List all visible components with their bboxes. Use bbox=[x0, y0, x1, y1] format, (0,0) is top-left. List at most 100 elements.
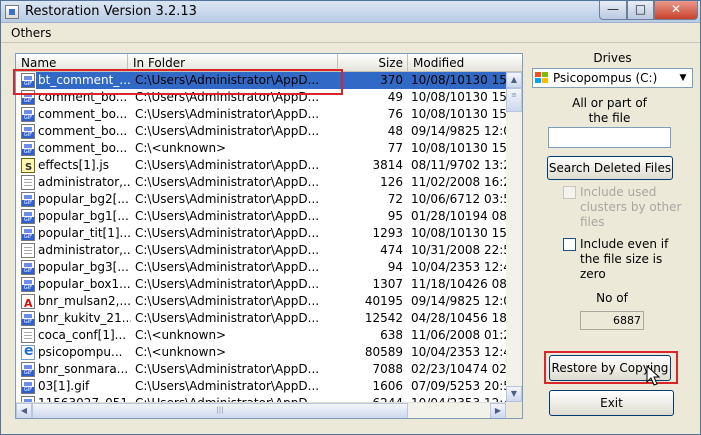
search-label-line2: the file bbox=[588, 111, 631, 125]
menu-bar: Others bbox=[1, 23, 700, 43]
table-row[interactable]: popular_box1... C:\Users\Administrator\Ap… bbox=[16, 276, 506, 293]
column-header-name[interactable]: Name bbox=[16, 54, 128, 72]
gif-file-icon bbox=[20, 225, 36, 242]
table-row[interactable]: comment_bo... C:\Users\Administrator\AppD… bbox=[16, 123, 506, 140]
table-row[interactable]: administrator,... C:\Users\Administrator\… bbox=[16, 242, 506, 259]
close-button[interactable]: ✕ bbox=[654, 1, 698, 20]
vertical-scrollbar[interactable]: ▲ ≡ ▼ bbox=[506, 72, 522, 402]
row-name: popular_tit[1]... bbox=[38, 226, 131, 240]
table-row[interactable]: bnr_mulsan2,... C:\Users\Administrator\Ap… bbox=[16, 293, 506, 310]
row-name: effects[1].js bbox=[38, 158, 109, 172]
row-folder: C:\Users\Administrator\AppD... bbox=[135, 277, 320, 291]
gif-file-icon bbox=[20, 89, 36, 106]
js-file-icon bbox=[20, 157, 36, 174]
row-folder: C:\Users\Administrator\AppD... bbox=[135, 311, 320, 325]
table-row[interactable]: effects[1].js C:\Users\Administrator\AppD… bbox=[16, 157, 506, 174]
include-used-clusters-label: Include used clusters by other files bbox=[580, 185, 682, 229]
table-row[interactable]: bnr_kukitv_21... C:\Users\Administrator\A… bbox=[16, 310, 506, 327]
column-header-modified[interactable]: Modified bbox=[408, 54, 522, 72]
row-folder: C:\<unknown> bbox=[135, 345, 227, 359]
row-folder: C:\Users\Administrator\AppD... bbox=[135, 226, 320, 240]
row-modified: 07/09/5253 20:58 bbox=[411, 379, 506, 393]
row-name: popular_bg2[... bbox=[38, 192, 129, 206]
include-zero-size-option[interactable]: Include even if the file size is zero bbox=[563, 237, 693, 283]
scrollbar-corner bbox=[506, 402, 522, 418]
table-row[interactable]: psicopompu... C:\<unknown> 80589 10/04/2353… bbox=[16, 344, 506, 361]
app-window: Restoration Version 3.2.13 — □ ✕ Others … bbox=[0, 0, 701, 435]
search-deleted-files-button[interactable]: Search Deleted Files bbox=[547, 156, 673, 180]
row-size: 126 bbox=[380, 175, 403, 189]
row-size: 3814 bbox=[372, 158, 403, 172]
row-modified: 02/23/10474 02:0 bbox=[411, 362, 506, 376]
row-name: administrator,... bbox=[38, 175, 131, 189]
table-row[interactable]: bt_comment_... C:\Users\Administrator\App… bbox=[16, 72, 506, 89]
row-folder: C:\Users\Administrator\AppD... bbox=[135, 175, 320, 189]
row-modified: 08/11/9702 13:26 bbox=[411, 158, 506, 172]
horizontal-scroll-thumb[interactable]: ||| bbox=[32, 403, 408, 418]
row-folder: C:\Users\Administrator\AppD... bbox=[135, 379, 320, 393]
row-size: 1293 bbox=[372, 226, 403, 240]
row-size: 77 bbox=[387, 141, 403, 155]
row-modified: 04/28/10456 18:0 bbox=[411, 311, 506, 325]
row-folder: C:\<unknown> bbox=[135, 328, 227, 342]
exit-button[interactable]: Exit bbox=[549, 390, 674, 416]
gif-file-icon bbox=[20, 310, 36, 327]
table-row[interactable]: administrator,... C:\Users\Administrator\… bbox=[16, 174, 506, 191]
drives-dropdown[interactable]: Psicopompus (C:) ▼ bbox=[532, 68, 693, 88]
drives-label: Drives bbox=[593, 51, 632, 65]
row-modified: 10/08/10130 15:0 bbox=[411, 141, 506, 155]
table-row[interactable]: comment_bo... C:\<unknown> 77 10/08/10130 1… bbox=[16, 140, 506, 157]
row-name: bnr_sonmara... bbox=[38, 362, 129, 376]
window-title: Restoration Version 3.2.13 bbox=[25, 4, 197, 19]
horizontal-scrollbar[interactable]: ◀ ||| ▶ bbox=[16, 402, 506, 418]
pdf-file-icon bbox=[20, 293, 36, 310]
row-name: bt_comment_... bbox=[36, 72, 131, 89]
column-header-size[interactable]: Size bbox=[338, 54, 408, 72]
row-modified: 11/06/2008 01:28 bbox=[411, 328, 506, 342]
row-name: popular_bg1[... bbox=[38, 209, 129, 223]
table-row[interactable]: popular_bg3[... C:\Users\Administrator\Ap… bbox=[16, 259, 506, 276]
scroll-right-arrow-icon[interactable]: ▶ bbox=[490, 403, 506, 418]
table-row[interactable]: popular_bg1[... C:\Users\Administrator\Ap… bbox=[16, 208, 506, 225]
minimize-button[interactable]: — bbox=[599, 1, 627, 20]
row-size: 48 bbox=[387, 124, 403, 138]
row-size: 474 bbox=[380, 243, 403, 257]
table-row[interactable]: comment_bo... C:\Users\Administrator\AppD… bbox=[16, 89, 506, 106]
table-row[interactable]: 03[1].gif C:\Users\Administrator\AppD... 1… bbox=[16, 378, 506, 395]
doc-file-icon bbox=[20, 327, 36, 344]
scroll-left-arrow-icon[interactable]: ◀ bbox=[16, 403, 32, 418]
row-size: 1307 bbox=[372, 277, 403, 291]
row-size: 80589 bbox=[364, 345, 403, 359]
include-used-clusters-checkbox[interactable] bbox=[563, 186, 576, 199]
table-row[interactable]: popular_tit[1]... C:\Users\Administrator\… bbox=[16, 225, 506, 242]
table-row[interactable]: coca_conf[1]... C:\<unknown> 638 11/06/2008… bbox=[16, 327, 506, 344]
title-bar[interactable]: Restoration Version 3.2.13 — □ ✕ bbox=[1, 1, 700, 23]
row-folder: C:\Users\Administrator\AppD... bbox=[135, 158, 320, 172]
maximize-button[interactable]: □ bbox=[627, 1, 654, 20]
table-row[interactable]: bnr_sonmara... C:\Users\Administrator\App… bbox=[16, 361, 506, 378]
vertical-scroll-thumb[interactable]: ≡ bbox=[506, 88, 522, 112]
row-modified: 09/14/9825 12:03 bbox=[411, 124, 506, 138]
chevron-down-icon[interactable]: ▼ bbox=[674, 69, 692, 87]
include-zero-size-checkbox[interactable] bbox=[563, 238, 576, 251]
row-size: 638 bbox=[380, 328, 403, 342]
row-folder: C:\Users\Administrator\AppD... bbox=[135, 362, 320, 376]
row-name: coca_conf[1]... bbox=[38, 328, 127, 342]
menu-others[interactable]: Others bbox=[11, 26, 51, 40]
gif-file-icon bbox=[20, 72, 36, 89]
filename-search-input[interactable] bbox=[548, 127, 671, 148]
gif-file-icon bbox=[20, 191, 36, 208]
scroll-up-arrow-icon[interactable]: ▲ bbox=[506, 72, 522, 88]
column-header-folder[interactable]: In Folder bbox=[128, 54, 338, 72]
row-modified: 10/06/6712 03:58 bbox=[411, 192, 506, 206]
html-file-icon bbox=[20, 344, 36, 361]
gif-file-icon bbox=[20, 276, 36, 293]
gif-file-icon bbox=[20, 378, 36, 395]
deleted-files-list[interactable]: Name In Folder Size Modified bt_comment_… bbox=[15, 53, 523, 419]
scroll-down-arrow-icon[interactable]: ▼ bbox=[506, 386, 522, 402]
include-zero-size-label: Include even if the file size is zero bbox=[580, 237, 669, 281]
include-used-clusters-option[interactable]: Include used clusters by other files bbox=[563, 185, 693, 231]
table-row[interactable]: popular_bg2[... C:\Users\Administrator\Ap… bbox=[16, 191, 506, 208]
row-modified: 10/08/10130 15:0 bbox=[411, 90, 506, 104]
table-row[interactable]: comment_bo... C:\Users\Administrator\AppD… bbox=[16, 106, 506, 123]
